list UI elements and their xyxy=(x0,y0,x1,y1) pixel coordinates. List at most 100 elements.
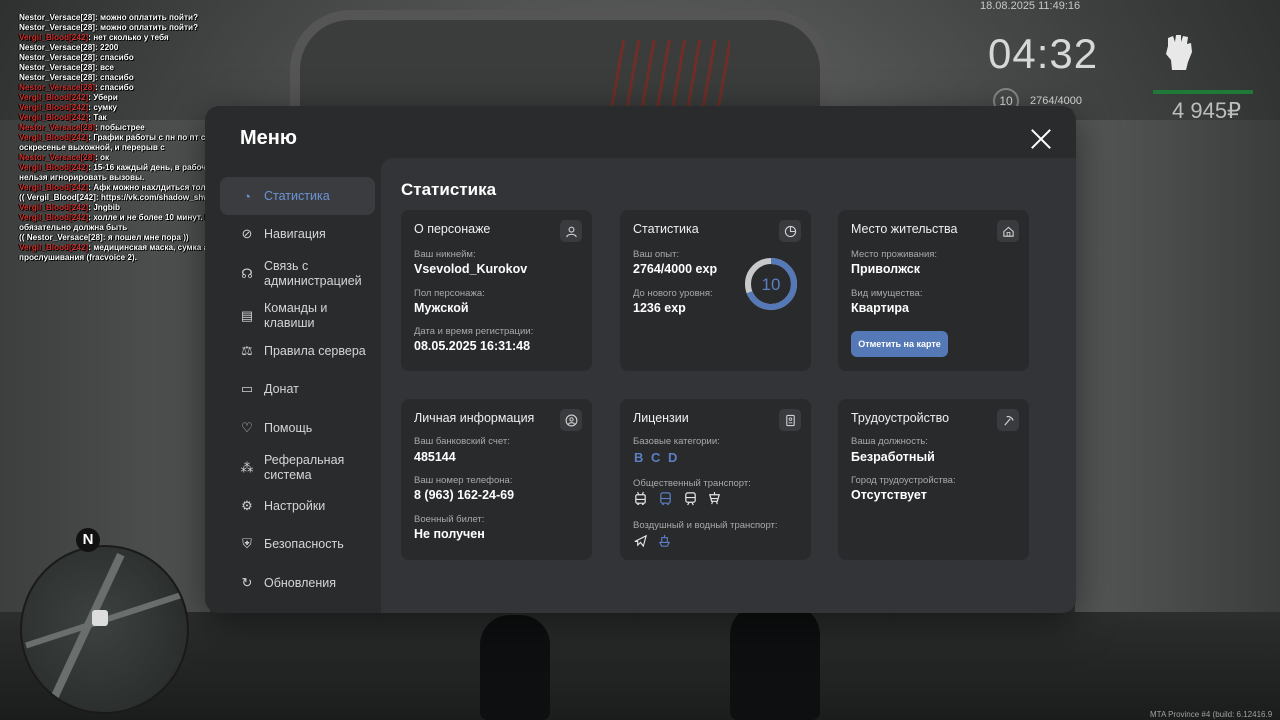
sidebar-item-2[interactable]: ⊘ Навигация xyxy=(220,215,375,253)
exp-value: 2764/4000 exp xyxy=(633,262,718,276)
bus-icon xyxy=(660,492,671,506)
chat-message: (( Nestor_Versace[28]: я пошел мне пора … xyxy=(19,233,189,242)
sidebar-item-10[interactable]: ⛨ Безопасность xyxy=(220,525,375,563)
license-category: B xyxy=(634,450,644,465)
chat-message: спасибо xyxy=(100,53,134,62)
sidebar-item-label: Обновления xyxy=(264,575,336,590)
sidebar-item-5[interactable]: ⚖ Правила сервера xyxy=(220,332,375,370)
compass-north: N xyxy=(76,528,100,552)
network-icon: ⁂ xyxy=(240,460,254,475)
work-city-label: Город трудоустройства: xyxy=(851,475,956,486)
menu-title: Меню xyxy=(240,127,297,149)
chat-line: Nestor_Versace[28]: можно оплатить пойти… xyxy=(19,23,349,33)
hud-date: 18.08.2025 11:49:16 xyxy=(980,0,1081,12)
sidebar-item-label: Реферальная система xyxy=(264,453,345,482)
chat-line: Nestor_Versace[28]: спасибо xyxy=(19,53,349,63)
level-number: 10 xyxy=(762,275,781,294)
bg-red-structure xyxy=(610,40,730,110)
chat-sender: Nestor_Versace[28] xyxy=(19,43,96,52)
card-licenses: Лицензии Базовые категории: B C D Общест… xyxy=(620,399,811,560)
bg-wall-right xyxy=(1075,120,1280,640)
character-leg xyxy=(730,605,820,720)
sidebar-item-label: Безопасность xyxy=(264,536,344,551)
hud-time: 04:32 xyxy=(988,30,1099,77)
train-icon xyxy=(685,492,696,506)
next-level-label: До нового уровня: xyxy=(633,288,713,299)
chat-message: спасибо xyxy=(100,73,134,82)
chat-sender: Nestor_Versace[28] xyxy=(19,123,96,132)
sidebar-item-3[interactable]: ☊ Связь с администрацией xyxy=(220,254,375,294)
sidebar-item-label: Настройки xyxy=(264,498,326,513)
pie-chart-icon: ◔ xyxy=(243,188,251,204)
base-categories-label: Базовые категории: xyxy=(633,436,720,447)
id-card-icon xyxy=(779,409,801,431)
card-residence: Место жительства Место проживания: Приво… xyxy=(838,210,1029,371)
phone-label: Ваш номер телефона: xyxy=(414,475,513,486)
shield-icon: ⛨ xyxy=(242,536,252,551)
compass-icon: ⊘ xyxy=(241,226,253,241)
sidebar-item-7[interactable]: ♡ Помощь xyxy=(220,409,375,447)
sidebar-item-4[interactable]: ▤ Команды и клавиши xyxy=(220,297,375,335)
sidebar-item-label: Донат xyxy=(264,381,299,396)
property-type-value: Квартира xyxy=(851,301,909,315)
chat-sender: Nestor_Versace[28] xyxy=(19,63,96,72)
card-title: О персонаже xyxy=(414,222,491,236)
minimap xyxy=(20,545,189,714)
pie-chart-icon xyxy=(779,220,801,242)
chat-sender: Vergil_Blood[242] xyxy=(19,183,89,192)
scales-icon: ⚖ xyxy=(241,343,253,358)
military-label: Военный билет: xyxy=(414,514,485,525)
card-stats: Статистика Ваш опыт: 2764/4000 exp До но… xyxy=(620,210,811,371)
chat-sender: Vergil_Blood[242] xyxy=(19,93,89,102)
chat-message: можно оплатить пойти? xyxy=(100,23,198,32)
nick-label: Ваш никнейм: xyxy=(414,249,476,260)
chat-message: Убери xyxy=(93,93,118,102)
chat-message: сумку xyxy=(93,103,117,112)
license-category: C xyxy=(651,450,661,465)
chat-sender: Vergil_Blood[242] xyxy=(19,213,89,222)
sidebar-item-label: Помощь xyxy=(264,420,313,435)
chat-message: ок xyxy=(100,153,110,162)
place-value: Приволжск xyxy=(851,262,920,276)
sidebar-item-1[interactable]: ◔ Статистика xyxy=(220,177,375,215)
sidebar-item-9[interactable]: ⚙ Настройки xyxy=(220,487,375,525)
chat-message: все xyxy=(100,63,114,72)
mark-on-map-button[interactable]: Отметить на карте xyxy=(851,331,948,357)
chat-message: Так xyxy=(93,113,107,122)
chat-message: побыстрее xyxy=(100,123,145,132)
bg-floor xyxy=(0,612,1280,720)
chat-sender: Vergil_Blood[242] xyxy=(19,113,89,122)
next-level-value: 1236 exp xyxy=(633,301,686,315)
sidebar-item-11[interactable]: ↻ Обновления xyxy=(220,564,375,602)
gender-value: Мужской xyxy=(414,301,469,315)
chat-line: Nestor_Versace[28]: спасибо xyxy=(19,83,349,93)
card-title: Лицензии xyxy=(633,411,689,425)
health-bar xyxy=(1153,90,1253,94)
document-icon: ▤ xyxy=(240,308,254,323)
hud-money: 4 945₽ xyxy=(1172,98,1242,123)
card-title: Личная информация xyxy=(414,411,535,425)
card-title: Трудоустройство xyxy=(851,411,950,425)
property-type-label: Вид имущества: xyxy=(851,288,923,299)
air-water-transport-label: Воздушный и водный транспорт: xyxy=(633,520,778,531)
chat-message: спасибо xyxy=(100,83,134,92)
card-employment: Трудоустройство Ваша должность: Безработ… xyxy=(838,399,1029,560)
sidebar-item-8[interactable]: ⁂ Реферальная система xyxy=(220,448,375,488)
reg-label: Дата и время регистрации: xyxy=(414,326,534,337)
bank-label: Ваш банковский счет: xyxy=(414,436,510,447)
license-category: D xyxy=(668,450,678,465)
chat-message: нет сколько у тебя xyxy=(93,33,169,42)
chat-sender: Nestor_Versace[28] xyxy=(19,83,96,92)
sidebar-item-6[interactable]: ▭ Донат xyxy=(220,370,375,408)
sidebar-item-label: Навигация xyxy=(264,226,326,241)
build-info: MTA Province #4 (build: 6.12416.9 xyxy=(1150,710,1273,719)
military-value: Не получен xyxy=(414,527,485,541)
card-character: О персонаже Ваш никнейм: Vsevolod_Kuroko… xyxy=(401,210,592,371)
work-city-value: Отсутствует xyxy=(851,488,927,502)
chat-line: Nestor_Versace[28]: 2200 xyxy=(19,43,349,53)
gender-label: Пол персонажа: xyxy=(414,288,485,299)
close-button[interactable] xyxy=(1030,128,1052,150)
phone-value: 8 (963) 162-24-69 xyxy=(414,488,515,502)
chat-sender: Nestor_Versace[28] xyxy=(19,53,96,62)
position-label: Ваша должность: xyxy=(851,436,928,447)
